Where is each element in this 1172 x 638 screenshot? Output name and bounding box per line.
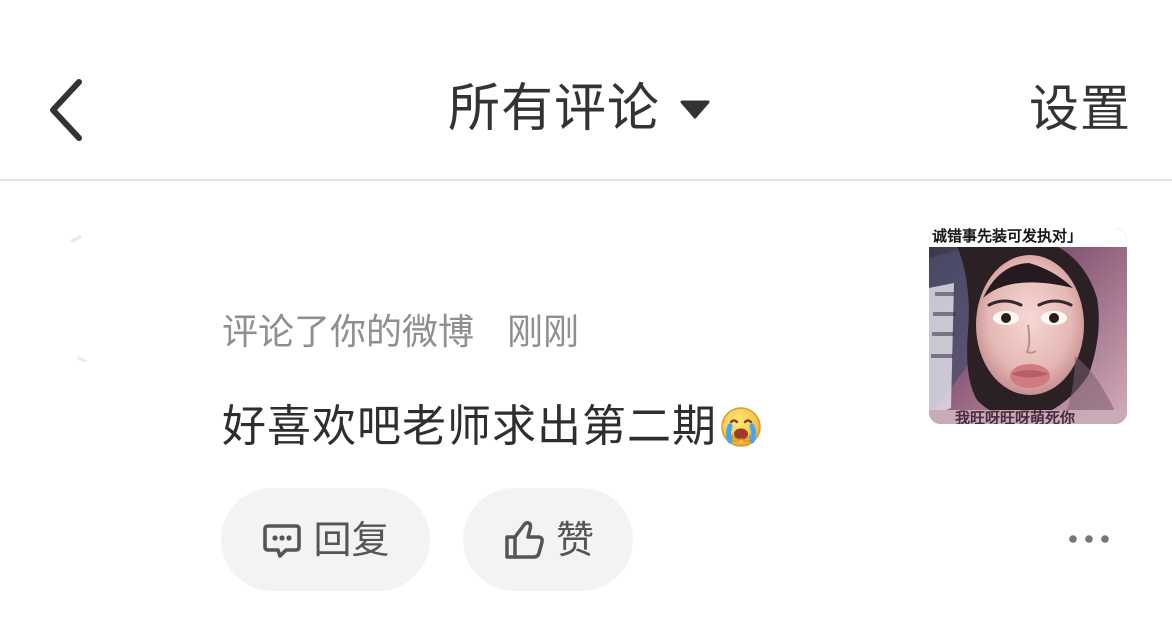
avatar[interactable] — [44, 234, 114, 366]
back-button[interactable] — [34, 72, 96, 148]
original-post-thumbnail[interactable]: 诚错事先装可发执对」 我旺呀旺呀萌死你 — [929, 228, 1127, 424]
comment-icon — [261, 520, 303, 560]
comment-text: 好喜欢吧老师求出第二期 — [222, 401, 717, 452]
avatar-edge-mark — [69, 234, 83, 244]
like-button[interactable]: 赞 — [463, 488, 633, 591]
crying-emoji-icon — [719, 405, 763, 449]
settings-button[interactable]: 设置 — [1029, 77, 1131, 141]
comment-meta: 评论了你的微博 刚刚 — [222, 309, 579, 357]
more-horizontal-icon — [1068, 534, 1110, 544]
thumbnail-image — [929, 228, 1127, 424]
chevron-left-icon — [45, 78, 85, 142]
triangle-down-icon — [678, 95, 712, 125]
avatar-edge-mark — [76, 356, 88, 363]
thumbs-up-icon — [502, 519, 546, 561]
thumbnail-bottom-caption: 我旺呀旺呀萌死你 — [929, 410, 1127, 424]
reply-button[interactable]: 回复 — [221, 488, 430, 591]
comment-filter-dropdown[interactable]: 所有评论 — [448, 77, 712, 141]
comment-action-text: 评论了你的微博 — [222, 312, 475, 353]
comment-notification: 评论了你的微博 刚刚 好喜欢吧老师求出第二期 回复 赞 诚错事先装可发执对」 我… — [0, 181, 1172, 638]
thumbnail-top-caption: 诚错事先装可发执对」 — [929, 228, 1127, 247]
page-title: 所有评论 — [448, 79, 661, 139]
reply-button-label: 回复 — [313, 517, 390, 562]
like-button-label: 赞 — [555, 517, 594, 562]
comment-content: 好喜欢吧老师求出第二期 — [222, 399, 763, 455]
top-navigation-bar: 所有评论 设置 — [0, 0, 1172, 181]
more-options-button[interactable] — [1060, 524, 1118, 554]
comment-time: 刚刚 — [507, 312, 580, 353]
